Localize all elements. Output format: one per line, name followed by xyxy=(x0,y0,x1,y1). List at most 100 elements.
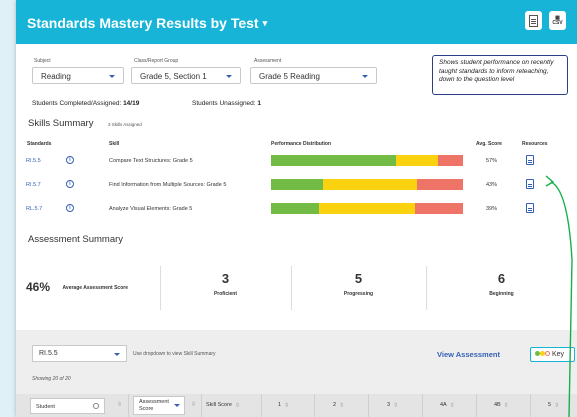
col-question-3[interactable]: 3 ⇳ xyxy=(387,402,398,409)
annotation-callout: Shows student performance on recently ta… xyxy=(432,55,568,95)
col-question-4b[interactable]: 4B ⇳ xyxy=(494,402,509,409)
key-button[interactable]: Key xyxy=(530,347,575,362)
proficient-segment xyxy=(271,179,323,190)
skills-summary-title: Skills Summary xyxy=(28,118,94,129)
subject-select[interactable]: Reading xyxy=(32,67,124,84)
skill-row: RI.5.5 i Compare Text Structures: Grade 5 5… xyxy=(16,152,577,170)
resource-document-icon[interactable] xyxy=(526,155,534,165)
view-assessment-link[interactable]: View Assessment xyxy=(437,350,500,359)
performance-distribution-bar xyxy=(271,155,463,166)
performance-distribution-bar xyxy=(271,203,463,214)
sort-icon[interactable]: ⇳ xyxy=(191,401,196,408)
col-question-1[interactable]: 1 ⇳ xyxy=(278,402,289,409)
chevron-down-icon xyxy=(109,75,115,78)
divider xyxy=(476,394,477,417)
col-question-4a[interactable]: 4A ⇳ xyxy=(440,402,455,409)
beginning-count: 6 Beginning xyxy=(489,271,514,297)
avg-score: 39% xyxy=(486,206,498,212)
col-performance: Performance Distribution xyxy=(271,141,332,147)
student-search-input[interactable]: Student xyxy=(30,398,105,414)
divider xyxy=(201,394,202,417)
subject-value: Reading xyxy=(41,72,71,81)
group-label: Class/Report Group xyxy=(134,58,179,64)
col-question-2[interactable]: 2 ⇳ xyxy=(333,402,344,409)
report-header: Standards Mastery Results by Test ▾ ▦ CSV xyxy=(16,0,577,44)
progressing-count: 5 Progressing xyxy=(343,271,374,297)
performance-distribution-bar xyxy=(271,179,463,190)
standard-dropdown-value: RI.5.5 xyxy=(39,350,58,357)
sort-icon: ⇳ xyxy=(554,403,560,409)
resource-document-icon[interactable] xyxy=(526,203,534,213)
sort-icon[interactable]: ⇳ xyxy=(117,401,122,408)
chevron-down-icon xyxy=(362,75,368,78)
assessment-value: Grade 5 Reading xyxy=(259,72,320,81)
standard-dropdown[interactable]: RI.5.5 xyxy=(32,345,127,362)
beginning-segment xyxy=(415,203,463,214)
col-standards: Standards xyxy=(27,141,52,147)
standard-link[interactable]: RI.5.7 xyxy=(26,182,41,188)
info-icon[interactable]: i xyxy=(66,180,74,188)
unassigned-value: 1 xyxy=(257,100,262,107)
divider xyxy=(530,394,531,417)
divider xyxy=(314,394,315,417)
skill-row: RL.5.7 i Analyze Visual Elements: Grade 5 3… xyxy=(16,200,577,218)
col-skill-score[interactable]: Skill Score ⇳ xyxy=(206,402,240,409)
key-dot-icon xyxy=(545,351,550,356)
assessment-summary-title: Assessment Summary xyxy=(28,234,124,245)
skill-name: Compare Text Structures: Grade 5 xyxy=(109,158,193,164)
proficient-segment xyxy=(271,155,396,166)
subject-label: Subject xyxy=(34,58,51,64)
group-value: Grade 5, Section 1 xyxy=(140,72,207,81)
student-table-header: Student ⇳ Assessment Score ⇳ Skill Score… xyxy=(16,394,577,417)
col-resources: Resources xyxy=(522,141,548,147)
info-icon[interactable]: i xyxy=(66,204,74,212)
proficient-count: 3 Proficient xyxy=(213,271,238,297)
resource-document-icon[interactable] xyxy=(526,179,534,189)
avg-score: 57% xyxy=(486,158,498,164)
standard-link[interactable]: RL.5.7 xyxy=(26,206,42,212)
assessment-select[interactable]: Grade 5 Reading xyxy=(250,67,377,84)
info-icon[interactable]: i xyxy=(66,156,74,164)
divider xyxy=(422,394,423,417)
search-icon xyxy=(93,403,99,409)
skill-row: RI.5.7 i Find Information from Multiple So… xyxy=(16,176,577,194)
group-select[interactable]: Grade 5, Section 1 xyxy=(131,67,241,84)
key-label: Key xyxy=(551,351,565,358)
sort-icon: ⇳ xyxy=(393,403,399,409)
completed-value: 14/19 xyxy=(123,100,140,107)
skills-assigned-count: 3 Skills Assigned xyxy=(108,122,142,127)
divider xyxy=(261,394,262,417)
assessment-label: Assessment xyxy=(254,58,282,64)
standard-link[interactable]: RI.5.5 xyxy=(26,158,41,164)
unassigned-stat: Students Unassigned: 1 xyxy=(192,100,262,107)
sort-icon: ⇳ xyxy=(284,403,290,409)
chevron-down-icon xyxy=(226,75,232,78)
pdf-export-button[interactable] xyxy=(525,11,542,30)
divider xyxy=(128,394,129,417)
col-avg-score: Avg. Score xyxy=(476,141,502,147)
showing-count: Showing 20 of 20 xyxy=(32,376,71,382)
chevron-down-icon[interactable]: ▾ xyxy=(263,18,268,28)
beginning-segment xyxy=(416,179,463,190)
col-question-5[interactable]: 5 ⇳ xyxy=(548,402,559,409)
average-score: 46% Average Assessment Score xyxy=(26,278,128,296)
progressing-segment xyxy=(319,203,415,214)
sort-icon: ⇳ xyxy=(449,403,455,409)
beginning-segment xyxy=(438,155,463,166)
csv-icon: ▦ CSV xyxy=(552,14,563,26)
divider xyxy=(368,394,369,417)
skill-name: Find Information from Multiple Sources: … xyxy=(109,182,227,188)
csv-export-button[interactable]: ▦ CSV xyxy=(549,11,566,30)
assessment-score-select[interactable]: Assessment Score xyxy=(133,396,185,415)
completed-stat: Students Completed/Assigned: 14/19 xyxy=(32,100,140,107)
csv-label: CSV xyxy=(552,19,563,26)
student-results-section: RI.5.5 Use dropdown to view Skill Summar… xyxy=(16,330,577,417)
average-score-label: Average Assessment Score xyxy=(62,285,128,291)
avg-score: 43% xyxy=(486,182,498,188)
chevron-down-icon xyxy=(174,404,180,407)
sort-icon: ⇳ xyxy=(339,403,345,409)
pdf-icon xyxy=(529,14,538,27)
progressing-segment xyxy=(395,155,439,166)
assessment-summary: 46% Average Assessment Score 3 Proficien… xyxy=(16,258,577,318)
report-title[interactable]: Standards Mastery Results by Test ▾ xyxy=(27,15,267,31)
